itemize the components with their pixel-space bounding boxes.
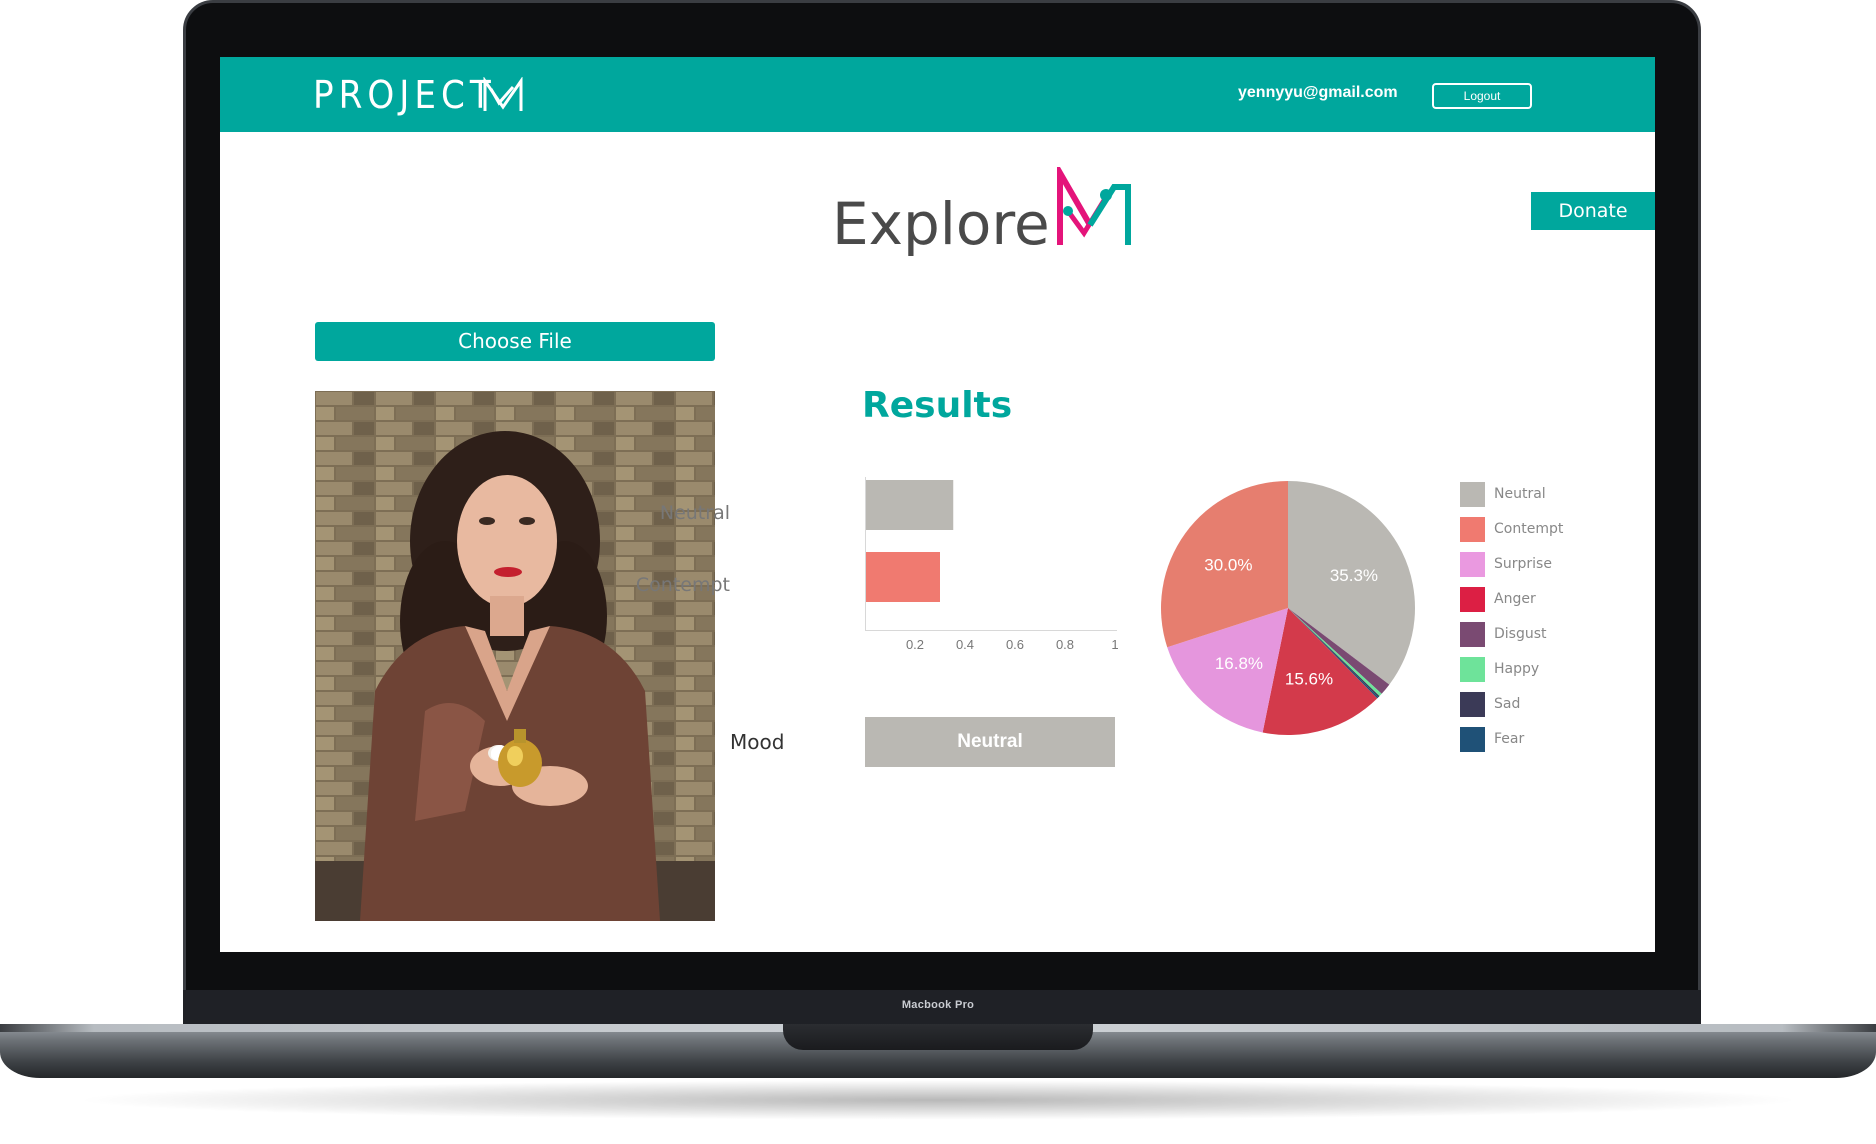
legend-label: Fear xyxy=(1494,731,1525,747)
legend-item-happy: Happy xyxy=(1460,657,1655,692)
legend-item-contempt: Contempt xyxy=(1460,517,1655,552)
page-title: Explore xyxy=(832,190,1050,258)
x-tick-label: 1 xyxy=(1111,637,1119,652)
pie-label-surprise: 16.8% xyxy=(1215,654,1263,673)
legend-label: Sad xyxy=(1494,696,1521,712)
emotion-bar-chart xyxy=(865,477,1117,631)
bar-label-neutral: Neutral xyxy=(659,502,730,524)
laptop-notch xyxy=(783,1024,1093,1050)
legend-item-neutral: Neutral xyxy=(1460,482,1655,517)
legend-item-surprise: Surprise xyxy=(1460,552,1655,587)
uploaded-photo xyxy=(315,391,715,921)
app-screen: PROJECT yennyyu@gmail.com Logout Explore… xyxy=(220,57,1655,952)
results-title: Results xyxy=(862,385,1013,426)
legend-swatch xyxy=(1460,727,1485,752)
legend-swatch xyxy=(1460,517,1485,542)
legend-item-fear: Fear xyxy=(1460,727,1655,762)
bar-contempt xyxy=(865,552,940,602)
donate-button[interactable]: Donate xyxy=(1531,192,1655,230)
legend-item-disgust: Disgust xyxy=(1460,622,1655,657)
pie-label-anger: 15.6% xyxy=(1285,670,1333,689)
device-label: Macbook Pro xyxy=(901,999,975,1011)
top-navbar: PROJECT yennyyu@gmail.com Logout xyxy=(220,57,1655,132)
device-shadow xyxy=(70,1080,1806,1120)
bar-label-contempt: Contempt xyxy=(635,574,730,596)
mood-label: Mood xyxy=(730,730,785,754)
legend-label: Surprise xyxy=(1494,556,1552,572)
legend-label: Disgust xyxy=(1494,626,1547,642)
project-m-logo-icon xyxy=(1057,167,1131,245)
pie-label-neutral: 35.3% xyxy=(1330,566,1378,585)
legend-swatch xyxy=(1460,482,1485,507)
brand-logo-icon xyxy=(483,77,523,111)
brand-name: PROJECT xyxy=(313,73,496,117)
pie-label-contempt: 30.0% xyxy=(1204,556,1252,575)
legend-swatch xyxy=(1460,657,1485,682)
legend-label: Happy xyxy=(1494,661,1540,677)
legend-item-anger: Anger xyxy=(1460,587,1655,622)
legend-label: Contempt xyxy=(1494,521,1564,537)
bar-neutral xyxy=(865,480,954,530)
x-tick-label: 0.2 xyxy=(905,637,925,652)
logout-button[interactable]: Logout xyxy=(1432,83,1532,109)
legend-label: Neutral xyxy=(1494,486,1546,502)
legend-label: Anger xyxy=(1494,591,1536,607)
legend-swatch xyxy=(1460,692,1485,717)
legend-swatch xyxy=(1460,552,1485,577)
x-tick-label: 0.4 xyxy=(955,637,975,652)
emotion-pie-chart: 35.3% 15.6% 16.8% 30.0% xyxy=(1161,481,1415,735)
user-email: yennyyu@gmail.com xyxy=(1238,84,1398,101)
pie-legend: Neutral Contempt Surprise Anger Disgust Happy… xyxy=(1460,482,1655,762)
x-tick-label: 0.8 xyxy=(1055,637,1075,652)
portrait-image xyxy=(315,391,715,921)
x-tick-label: 0.6 xyxy=(1005,637,1025,652)
legend-item-sad: Sad xyxy=(1460,692,1655,727)
legend-swatch xyxy=(1460,587,1485,612)
legend-swatch xyxy=(1460,622,1485,647)
mood-value: Neutral xyxy=(865,717,1115,767)
choose-file-button[interactable]: Choose File xyxy=(315,322,715,361)
